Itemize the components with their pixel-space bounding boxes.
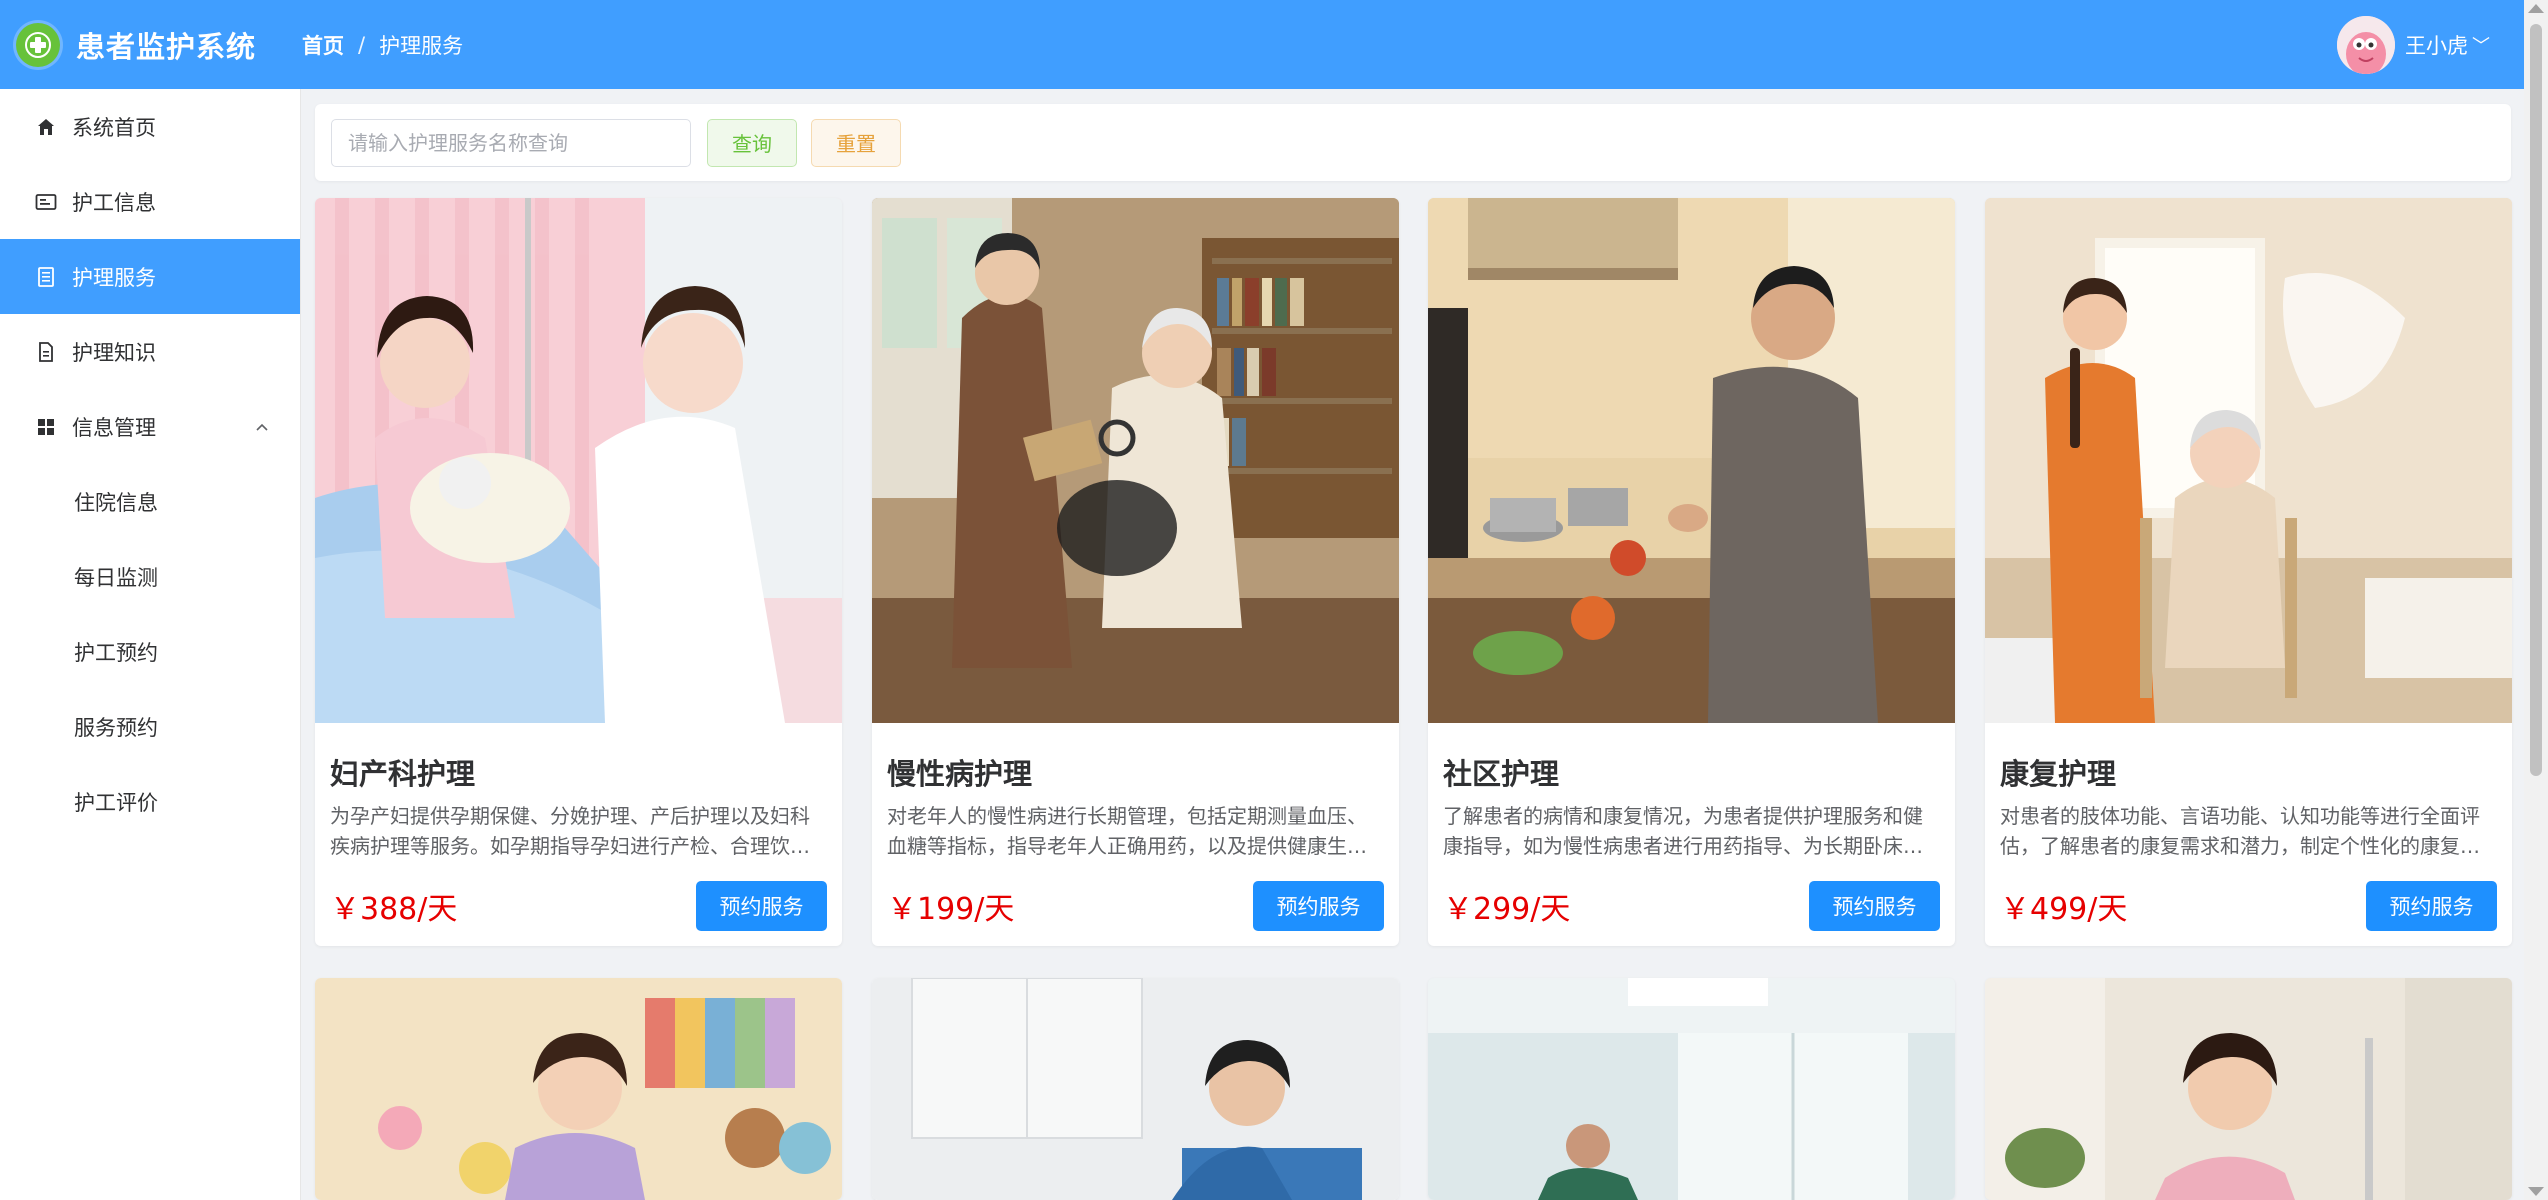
- service-image-medical-ward[interactable]: [872, 978, 1399, 1200]
- card-description: 了解患者的病情和康复情况，为患者提供护理服务和健康指导，如为慢性病患者进行用药指…: [1443, 804, 1923, 858]
- sidebar-item-service-booking[interactable]: 服务预约: [0, 689, 300, 764]
- card-price: ￥499/天: [2000, 892, 2128, 927]
- sidebar-item-label: 护理服务: [72, 265, 156, 290]
- sidebar-item-label: 信息管理: [72, 415, 156, 440]
- sidebar-item-caregiver-review[interactable]: 护工评价: [0, 764, 300, 839]
- service-card: 妇产科护理 为孕产妇提供孕期保健、分娩护理、产后护理以及妇科疾病护理等服务。如孕…: [315, 198, 842, 946]
- scroll-down-arrow-icon[interactable]: [2528, 1187, 2544, 1196]
- sidebar-item-home[interactable]: 系统首页: [0, 89, 300, 164]
- sidebar-item-daily-monitoring[interactable]: 每日监测: [0, 539, 300, 614]
- page-scrollbar[interactable]: [2524, 0, 2548, 1200]
- scroll-up-arrow-icon[interactable]: [2528, 4, 2544, 13]
- service-card: 康复护理 对患者的肢体功能、言语功能、认知功能等进行全面评估，了解患者的康复需求…: [1985, 198, 2512, 946]
- service-card: [315, 978, 842, 1200]
- book-service-button[interactable]: 预约服务: [2366, 881, 2497, 931]
- service-image-hospital-room[interactable]: [1428, 978, 1955, 1200]
- breadcrumb: 首页 / 护理服务: [302, 30, 463, 60]
- service-image-obstetrics[interactable]: [315, 198, 842, 723]
- card-title: 康复护理: [2000, 757, 2117, 791]
- scrollbar-thumb[interactable]: [2530, 24, 2542, 776]
- card-title: 妇产科护理: [330, 757, 476, 791]
- username[interactable]: 王小虎: [2405, 30, 2468, 60]
- grid-icon: [34, 415, 58, 439]
- card-title: 慢性病护理: [887, 757, 1033, 791]
- sidebar-item-caregiver-info[interactable]: 护工信息: [0, 164, 300, 239]
- book-service-button[interactable]: 预约服务: [1253, 881, 1384, 931]
- sidebar-item-label: 服务预约: [74, 715, 158, 740]
- sidebar-item-label: 护工预约: [74, 640, 158, 665]
- book-service-button[interactable]: 预约服务: [696, 881, 827, 931]
- card-price: ￥388/天: [330, 892, 458, 927]
- sidebar-item-label: 护理知识: [72, 340, 156, 365]
- sidebar-item-info-management[interactable]: 信息管理: [0, 389, 300, 464]
- sidebar-item-label: 系统首页: [72, 115, 156, 140]
- card-description: 对患者的肢体功能、言语功能、认知功能等进行全面评估，了解患者的康复需求和潜力，制…: [2000, 804, 2480, 858]
- reset-button[interactable]: 重置: [811, 118, 901, 167]
- home-icon: [34, 115, 58, 139]
- service-image-pediatrics[interactable]: [315, 978, 842, 1200]
- card-description: 对老年人的慢性病进行长期管理，包括定期测量血压、血糖等指标，指导老年人正确用药，…: [887, 804, 1367, 858]
- service-image-community[interactable]: [1428, 198, 1955, 723]
- sidebar-item-label: 护工评价: [74, 790, 158, 815]
- service-image-rehabilitation[interactable]: [1985, 198, 2512, 723]
- search-bar: 查询 重置: [315, 104, 2511, 181]
- sidebar-item-nursing-service[interactable]: 护理服务: [0, 239, 300, 314]
- service-image-chronic-disease[interactable]: [872, 198, 1399, 723]
- sidebar-item-label: 每日监测: [74, 565, 158, 590]
- id-card-icon: [34, 190, 58, 214]
- file-icon: [34, 340, 58, 364]
- breadcrumb-separator: /: [358, 32, 366, 57]
- sidebar-item-label: 护工信息: [72, 190, 156, 215]
- sidebar-item-nursing-knowledge[interactable]: 护理知识: [0, 314, 300, 389]
- sidebar-item-hospitalization[interactable]: 住院信息: [0, 464, 300, 539]
- breadcrumb-current: 护理服务: [379, 33, 464, 58]
- avatar[interactable]: [2337, 16, 2395, 74]
- search-input[interactable]: [331, 118, 691, 167]
- card-title: 社区护理: [1443, 757, 1560, 791]
- service-image-nursing-care[interactable]: [1985, 978, 2512, 1200]
- service-card: [1428, 978, 1955, 1200]
- service-card: [1985, 978, 2512, 1200]
- service-card: 社区护理 了解患者的病情和康复情况，为患者提供护理服务和健康指导，如为慢性病患者…: [1428, 198, 1955, 946]
- document-icon: [34, 265, 58, 289]
- service-card: [872, 978, 1399, 1200]
- book-service-button[interactable]: 预约服务: [1809, 881, 1940, 931]
- sidebar-item-caregiver-booking[interactable]: 护工预约: [0, 614, 300, 689]
- query-button[interactable]: 查询: [707, 118, 797, 167]
- user-menu[interactable]: 王小虎 ﹀: [2337, 16, 2490, 74]
- breadcrumb-home-link[interactable]: 首页: [302, 30, 344, 60]
- medical-cross-logo-icon: [16, 22, 60, 67]
- service-card: 慢性病护理 对老年人的慢性病进行长期管理，包括定期测量血压、血糖等指标，指导老年…: [872, 198, 1399, 946]
- top-header: 患者监护系统 首页 / 护理服务 王小虎 ﹀: [0, 0, 2524, 89]
- chevron-up-icon: [254, 416, 270, 440]
- card-price: ￥299/天: [1443, 892, 1571, 927]
- sidebar-item-label: 住院信息: [74, 490, 158, 515]
- card-price: ￥199/天: [887, 892, 1015, 927]
- app-title: 患者监护系统: [76, 29, 257, 64]
- sidebar: 系统首页 护工信息 护理服务 护理知识 信息管理 住院信息 每日监测 护工预约: [0, 89, 301, 1200]
- card-description: 为孕产妇提供孕期保健、分娩护理、产后护理以及妇科疾病护理等服务。如孕期指导孕妇进…: [330, 804, 810, 858]
- chevron-down-icon[interactable]: ﹀: [2472, 32, 2490, 58]
